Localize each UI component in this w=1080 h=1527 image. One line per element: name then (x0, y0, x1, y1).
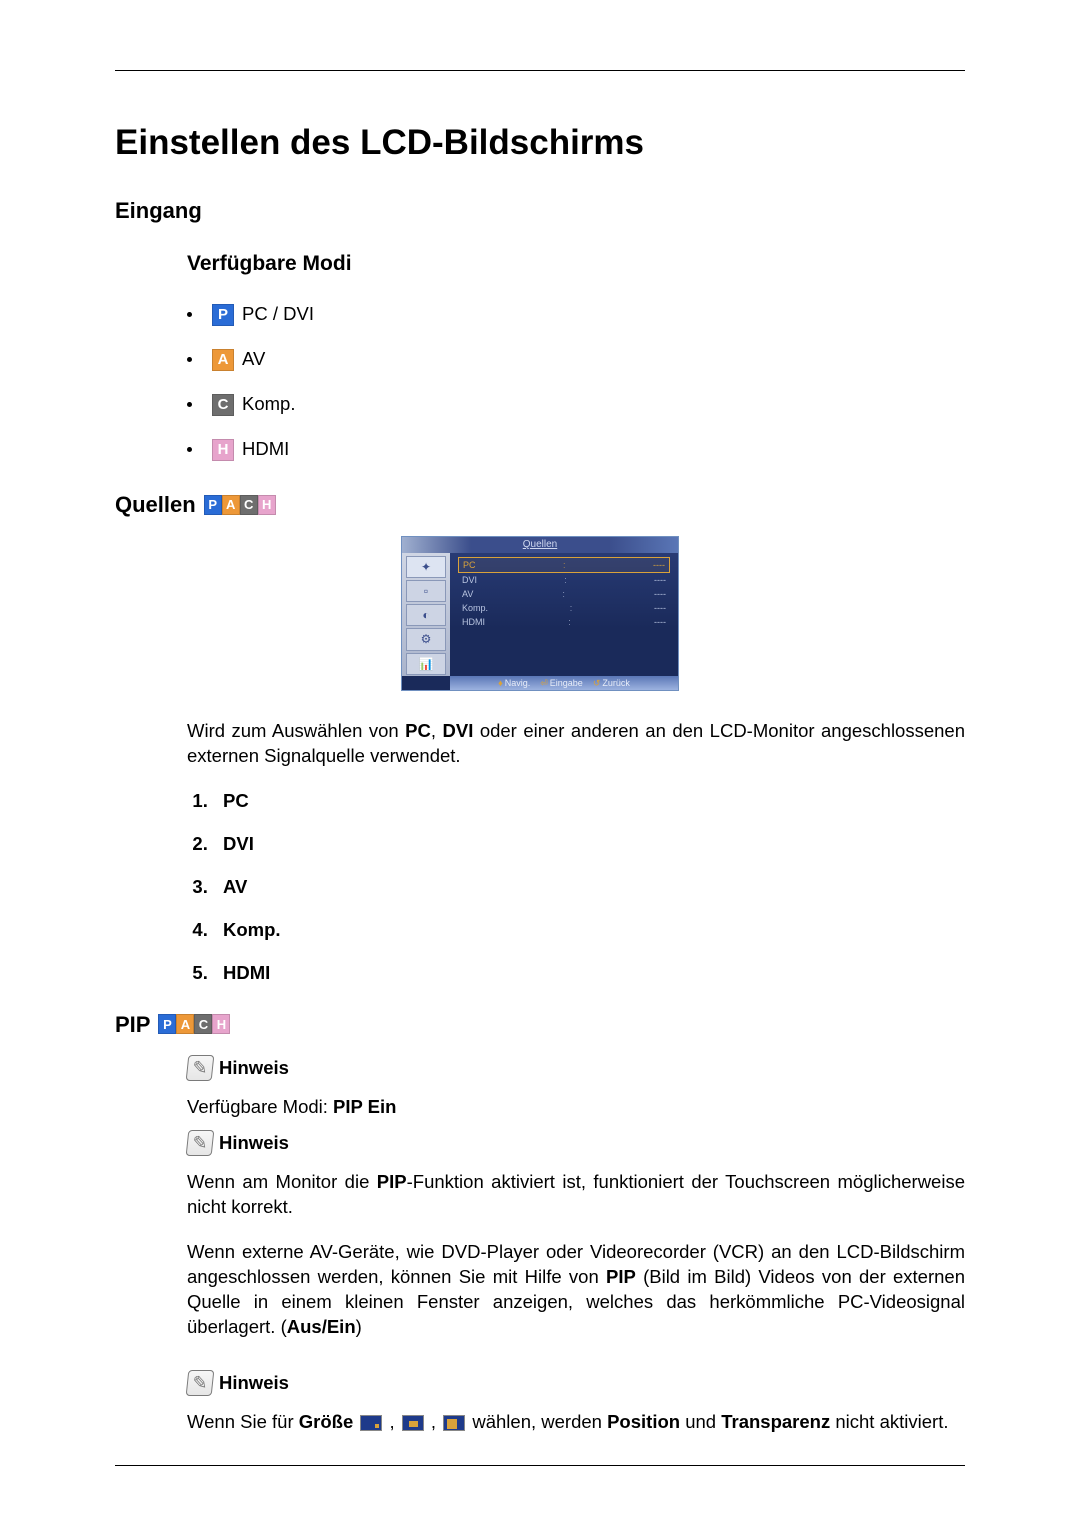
badge-p-icon: P (212, 304, 234, 326)
badge-h-icon: H (212, 439, 234, 461)
hinweis-label: Hinweis (219, 1131, 289, 1156)
osd-row-label: PC (463, 558, 476, 572)
osd-footer-eingabe: Eingabe (550, 678, 583, 688)
quellen-source-list: PC DVI AV Komp. HDMI (187, 789, 965, 986)
pip-size-icon-large (443, 1415, 465, 1431)
osd-sidebar-icon: ◐ (406, 604, 446, 626)
list-item: DVI (213, 832, 965, 857)
section-pip-heading-row: PIP P A C H (115, 1010, 965, 1040)
sub-heading-verfuegbare-modi: Verfügbare Modi (187, 250, 965, 278)
section-quellen-heading-row: Quellen P A C H (115, 490, 965, 520)
pip-size-icon-medium (402, 1415, 424, 1431)
hinweis-row-1: ✎ Hinweis (187, 1055, 965, 1081)
hinweis-label: Hinweis (219, 1371, 289, 1396)
pip-available-modes: Verfügbare Modi: PIP Ein (187, 1095, 965, 1120)
section-pip-heading: PIP (115, 1010, 150, 1040)
osd-sidebar-icon: ✦ (406, 556, 446, 578)
osd-row-value: ---- (654, 587, 666, 601)
pip-size-icon-small (360, 1415, 382, 1431)
osd-row-label: DVI (462, 573, 477, 587)
bullet-icon (187, 312, 192, 317)
mode-label: AV (242, 347, 265, 372)
osd-row-dvi: DVI : ---- (458, 573, 670, 587)
note-icon: ✎ (186, 1370, 215, 1396)
osd-row-label: HDMI (462, 615, 485, 629)
mode-item-hdmi: H HDMI (187, 437, 965, 462)
osd-row-value: ---- (653, 558, 665, 572)
list-item: HDMI (213, 961, 965, 986)
osd-row-label: Komp. (462, 601, 488, 615)
osd-sidebar-icon: ⚙ (406, 628, 446, 650)
osd-row-komp: Komp. : ---- (458, 601, 670, 615)
bullet-icon (187, 447, 192, 452)
osd-footer-navig: Navig. (505, 678, 531, 688)
list-item: AV (213, 875, 965, 900)
osd-sidebar-icon: 📊 (406, 653, 446, 675)
badge-c-icon: C (194, 1014, 212, 1034)
osd-main: PC : ---- DVI : ---- AV : ---- Komp. : (450, 553, 678, 676)
osd-screenshot: Quellen ✦ ▫ ◐ ⚙ 📊 PC : ---- DVI : ---- (401, 536, 679, 691)
pip-badge-strip: P A C H (158, 1014, 230, 1034)
mode-item-pc-dvi: P PC / DVI (187, 302, 965, 327)
mode-label: PC / DVI (242, 302, 314, 327)
pip-size-note: Wenn Sie für Größe , , wählen, werden Po… (187, 1410, 965, 1435)
quellen-badge-strip: P A C H (204, 495, 276, 515)
section-quellen-heading: Quellen (115, 490, 196, 520)
osd-row-label: AV (462, 587, 473, 601)
list-item: PC (213, 789, 965, 814)
quellen-description: Wird zum Auswählen von PC, DVI oder eine… (187, 719, 965, 769)
mode-item-av: A AV (187, 347, 965, 372)
top-divider (115, 70, 965, 71)
badge-c-icon: C (240, 495, 258, 515)
badge-p-icon: P (204, 495, 222, 515)
badge-c-icon: C (212, 394, 234, 416)
note-icon: ✎ (186, 1055, 215, 1081)
osd-footer-zurueck: Zurück (602, 678, 630, 688)
bullet-icon (187, 402, 192, 407)
hinweis-row-2: ✎ Hinweis (187, 1130, 965, 1156)
bottom-divider (115, 1465, 965, 1466)
badge-a-icon: A (176, 1014, 194, 1034)
badge-h-icon: H (258, 495, 276, 515)
hinweis-row-3: ✎ Hinweis (187, 1370, 965, 1396)
bullet-icon (187, 357, 192, 362)
osd-title: Quellen (402, 537, 678, 553)
section-eingang-heading: Eingang (115, 196, 965, 226)
mode-label: Komp. (242, 392, 295, 417)
osd-sidebar: ✦ ▫ ◐ ⚙ 📊 (402, 553, 450, 676)
osd-row-value: ---- (654, 601, 666, 615)
note-icon: ✎ (186, 1130, 215, 1156)
osd-row-value: ---- (654, 573, 666, 587)
list-item: Komp. (213, 918, 965, 943)
osd-row-value: ---- (654, 615, 666, 629)
mode-item-komp: C Komp. (187, 392, 965, 417)
badge-a-icon: A (222, 495, 240, 515)
osd-row-hdmi: HDMI : ---- (458, 615, 670, 629)
osd-row-av: AV : ---- (458, 587, 670, 601)
page-title: Einstellen des LCD-Bildschirms (115, 119, 965, 166)
pip-description: Wenn externe AV-Geräte, wie DVD-Player o… (187, 1240, 965, 1340)
badge-p-icon: P (158, 1014, 176, 1034)
badge-h-icon: H (212, 1014, 230, 1034)
osd-sidebar-icon: ▫ (406, 580, 446, 602)
mode-label: HDMI (242, 437, 289, 462)
osd-footer: ♦Navig. ⏎Eingabe ↺Zurück (450, 676, 678, 690)
hinweis-label: Hinweis (219, 1056, 289, 1081)
available-modes-list: P PC / DVI A AV C Komp. H HDMI (187, 302, 965, 462)
osd-row-pc: PC : ---- (458, 557, 670, 573)
badge-a-icon: A (212, 349, 234, 371)
pip-touchscreen-note: Wenn am Monitor die PIP-Funktion aktivie… (187, 1170, 965, 1220)
